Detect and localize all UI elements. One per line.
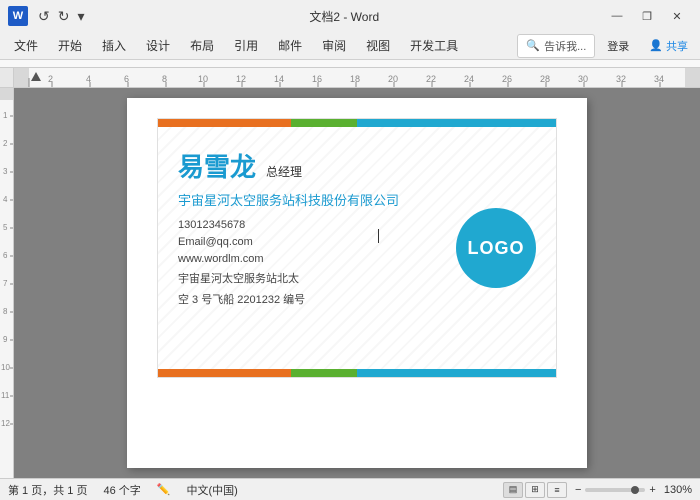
undo-button[interactable]: ↺ (36, 6, 52, 27)
canvas-area[interactable]: 易雪龙 总经理 宇宙星河太空服务站科技股份有限公司 13012345678 Em… (14, 88, 700, 478)
svg-text:14: 14 (274, 74, 284, 84)
ruler-corner (0, 68, 14, 88)
svg-text:18: 18 (350, 74, 360, 84)
bottom-bar-blue (357, 369, 556, 377)
svg-text:24: 24 (464, 74, 474, 84)
svg-text:5: 5 (3, 223, 8, 232)
svg-text:4: 4 (3, 195, 8, 204)
login-button[interactable]: 登录 (599, 35, 637, 57)
web-view-button[interactable]: ⊞ (525, 482, 545, 498)
close-button[interactable]: ✕ (662, 6, 692, 26)
edit-icon: ✏️ (157, 483, 171, 496)
svg-text:10: 10 (1, 363, 10, 372)
company-name: 宇宙星河太空服务站科技股份有限公司 (178, 190, 536, 209)
name-row: 易雪龙 总经理 (178, 147, 536, 184)
svg-text:9: 9 (3, 335, 8, 344)
window-title: 文档2 - Word (87, 8, 603, 25)
vertical-ruler: 1 2 3 4 5 6 7 8 9 10 11 12 (0, 88, 14, 478)
svg-text:28: 28 (540, 74, 550, 84)
logo-circle: LOGO (456, 208, 536, 288)
svg-text:22: 22 (426, 74, 436, 84)
bottom-bar-green (291, 369, 357, 377)
zoom-minus-button[interactable]: − (575, 484, 581, 496)
window-icons: W ↺ ↻ ▾ (8, 6, 87, 27)
bar-orange (158, 119, 291, 127)
search-icon: 🔍 (526, 39, 540, 52)
svg-text:32: 32 (616, 74, 626, 84)
menu-developer[interactable]: 开发工具 (400, 33, 468, 58)
card-bottom-bar (158, 369, 556, 377)
share-icon: 👤 (649, 39, 663, 52)
status-right: ▤ ⊞ ≡ − + 130% (503, 482, 692, 498)
svg-text:26: 26 (502, 74, 512, 84)
card-top-bar (158, 119, 556, 127)
title-bar: W ↺ ↻ ▾ 文档2 - Word — ❐ ✕ (0, 0, 700, 32)
restore-button[interactable]: ❐ (632, 6, 662, 26)
ruler-area: 2 4 6 8 10 12 14 16 18 20 22 24 26 28 30… (0, 68, 700, 88)
zoom-percent: 130% (664, 484, 692, 496)
svg-text:12: 12 (1, 419, 10, 428)
menu-file[interactable]: 文件 (4, 33, 48, 58)
bar-green (291, 119, 357, 127)
business-card: 易雪龙 总经理 宇宙星河太空服务站科技股份有限公司 13012345678 Em… (157, 118, 557, 378)
menu-design[interactable]: 设计 (136, 33, 180, 58)
svg-text:20: 20 (388, 74, 398, 84)
redo-button[interactable]: ↻ (56, 6, 72, 27)
svg-text:10: 10 (198, 74, 208, 84)
zoom-plus-button[interactable]: + (649, 484, 655, 496)
ruler-svg: 2 4 6 8 10 12 14 16 18 20 22 24 26 28 30… (14, 68, 700, 88)
menu-home[interactable]: 开始 (48, 33, 92, 58)
svg-text:6: 6 (3, 251, 8, 260)
job-title: 总经理 (266, 163, 302, 180)
quick-access-more[interactable]: ▾ (75, 6, 86, 27)
share-label: 共享 (666, 38, 688, 54)
menu-bar: 文件 开始 插入 设计 布局 引用 邮件 审阅 视图 开发工具 🔍 告诉我...… (0, 32, 700, 60)
menu-review[interactable]: 审阅 (312, 33, 356, 58)
word-count: 46 个字 (103, 482, 140, 498)
view-icons: ▤ ⊞ ≡ (503, 482, 567, 498)
search-label: 告诉我... (544, 38, 586, 54)
horizontal-ruler: 2 4 6 8 10 12 14 16 18 20 22 24 26 28 30… (14, 68, 700, 88)
svg-text:11: 11 (1, 391, 10, 400)
status-bar: 第 1 页，共 1 页 46 个字 ✏️ 中文(中国) ▤ ⊞ ≡ − + 13… (0, 478, 700, 500)
menu-mail[interactable]: 邮件 (268, 33, 312, 58)
language: 中文(中国) (186, 482, 237, 498)
address2: 空 3 号飞船 2201232 编号 (178, 291, 536, 307)
share-button[interactable]: 👤 共享 (641, 35, 696, 57)
menu-insert[interactable]: 插入 (92, 33, 136, 58)
vertical-ruler-svg: 1 2 3 4 5 6 7 8 9 10 11 12 (0, 88, 14, 478)
svg-text:1: 1 (3, 111, 8, 120)
svg-text:8: 8 (3, 307, 8, 316)
minimize-button[interactable]: — (602, 6, 632, 26)
print-view-button[interactable]: ▤ (503, 482, 523, 498)
svg-text:7: 7 (3, 279, 8, 288)
menu-right: 🔍 告诉我... 登录 👤 共享 (517, 34, 696, 58)
bottom-bar-orange (158, 369, 291, 377)
text-cursor (378, 229, 379, 243)
document-page: 易雪龙 总经理 宇宙星河太空服务站科技股份有限公司 13012345678 Em… (127, 98, 587, 468)
menu-view[interactable]: 视图 (356, 33, 400, 58)
search-button[interactable]: 🔍 告诉我... (517, 34, 595, 58)
svg-text:2: 2 (3, 139, 8, 148)
page-info: 第 1 页，共 1 页 (8, 482, 87, 498)
zoom-control: − + (575, 484, 656, 496)
bar-blue (357, 119, 556, 127)
zoom-slider-thumb (631, 486, 639, 494)
word-app-icon: W (8, 6, 28, 26)
svg-text:34: 34 (654, 74, 664, 84)
person-name: 易雪龙 (178, 147, 256, 184)
svg-text:3: 3 (3, 167, 8, 176)
read-view-button[interactable]: ≡ (547, 482, 567, 498)
ribbon (0, 60, 700, 68)
menu-layout[interactable]: 布局 (180, 33, 224, 58)
svg-text:30: 30 (578, 74, 588, 84)
svg-text:12: 12 (236, 74, 246, 84)
menu-references[interactable]: 引用 (224, 33, 268, 58)
main-area: 1 2 3 4 5 6 7 8 9 10 11 12 (0, 88, 700, 478)
window-controls: — ❐ ✕ (602, 6, 692, 26)
svg-text:16: 16 (312, 74, 322, 84)
zoom-slider-track[interactable] (585, 488, 645, 492)
